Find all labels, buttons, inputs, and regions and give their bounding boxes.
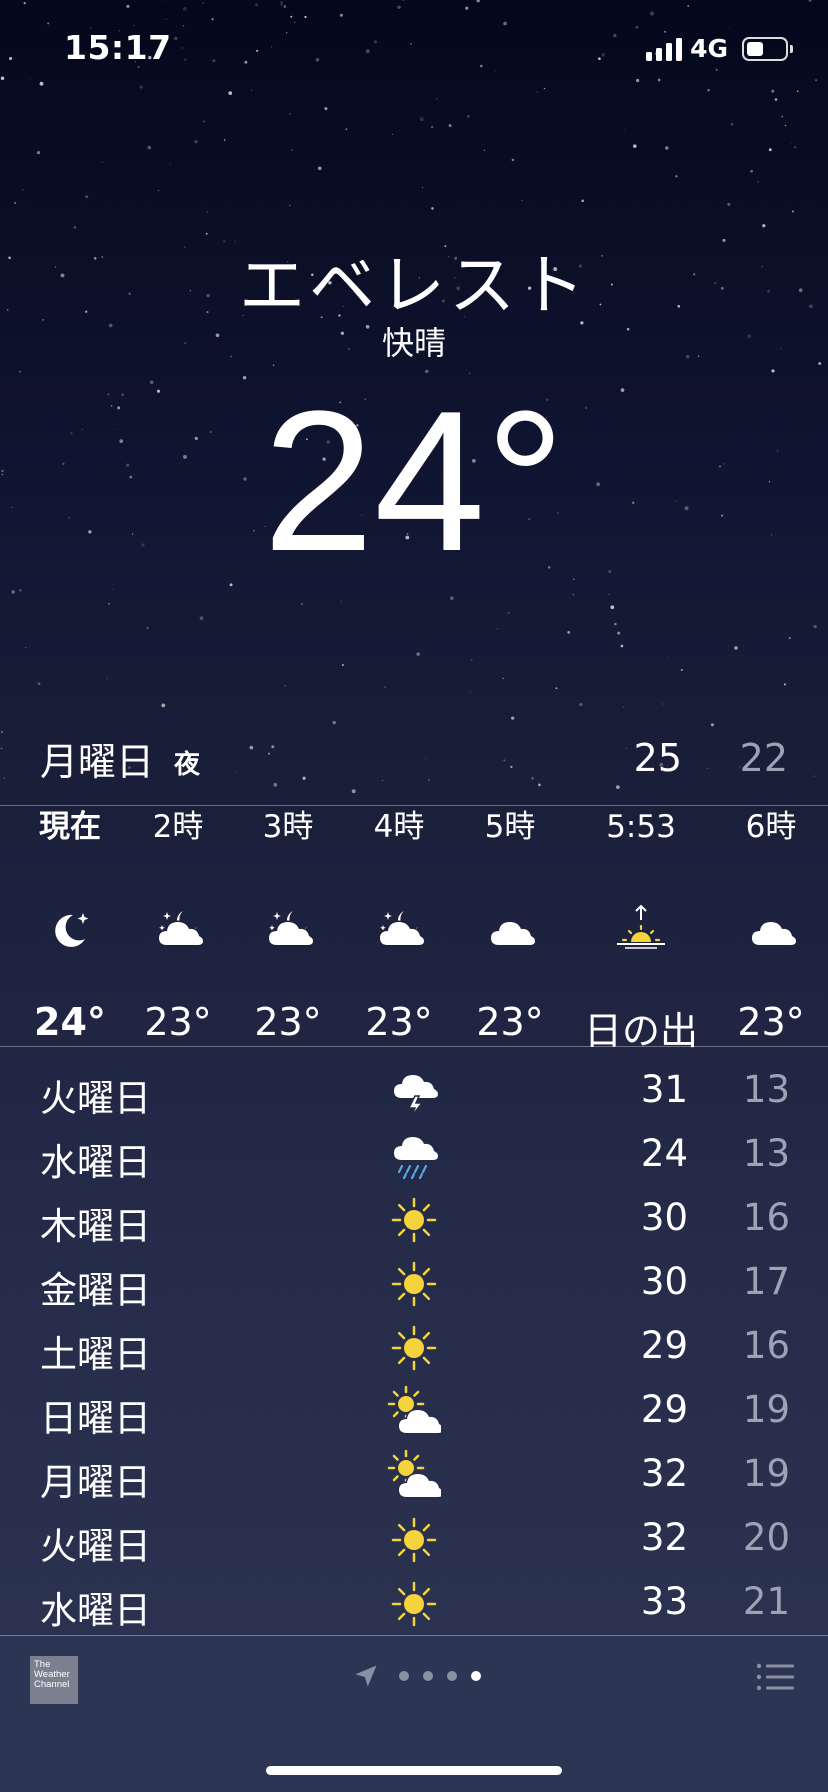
moon-stars-icon xyxy=(10,900,130,960)
location-arrow-icon xyxy=(355,1665,377,1687)
daily-high: 30 xyxy=(640,1196,688,1239)
partly-cloudy-night-icon xyxy=(228,900,348,960)
daily-row: 水曜日 33 21 xyxy=(0,1572,828,1636)
daily-low: 19 xyxy=(742,1452,790,1495)
partly-sunny-icon xyxy=(382,1446,446,1506)
hourly-time: 5時 xyxy=(484,809,536,845)
sun-icon xyxy=(382,1318,446,1378)
today-summary: 月曜日 夜 25 22 xyxy=(40,730,788,786)
hourly-forecast[interactable]: 現在 24° 2時 23° 3時 23° 4時 23° 5時 23° 5:53 日の出 6時 23° xyxy=(0,806,828,1053)
daily-row: 火曜日 32 20 xyxy=(0,1508,828,1572)
hourly-temp: 24° xyxy=(34,1000,106,1044)
hourly-time: 現在 xyxy=(39,809,101,845)
today-low: 22 xyxy=(739,736,788,780)
daily-row: 木曜日 30 16 xyxy=(0,1188,828,1252)
sun-icon xyxy=(382,1574,446,1634)
daily-day: 土曜日 xyxy=(40,1333,151,1376)
page-indicator[interactable] xyxy=(352,1662,481,1690)
partly-sunny-icon xyxy=(382,1382,446,1442)
daily-day: 火曜日 xyxy=(40,1525,151,1568)
daily-row: 月曜日 32 19 xyxy=(0,1444,828,1508)
daily-day: 火曜日 xyxy=(40,1077,151,1120)
page-dot[interactable] xyxy=(423,1671,433,1681)
daily-high: 30 xyxy=(640,1260,688,1303)
daily-day: 木曜日 xyxy=(40,1205,151,1248)
daily-low: 19 xyxy=(742,1388,790,1431)
daily-high: 33 xyxy=(640,1580,688,1623)
home-indicator[interactable] xyxy=(266,1766,562,1775)
sun-icon xyxy=(382,1254,446,1314)
today-tag: 夜 xyxy=(174,749,201,780)
daily-low: 13 xyxy=(742,1132,790,1175)
page-dot[interactable] xyxy=(471,1671,481,1681)
daily-row: 金曜日 30 17 xyxy=(0,1252,828,1316)
daily-day: 金曜日 xyxy=(40,1269,151,1312)
hourly-temp: 23° xyxy=(737,1000,805,1044)
hourly-time: 5:53 xyxy=(606,809,676,845)
sun-icon xyxy=(382,1190,446,1250)
daily-row: 日曜日 29 19 xyxy=(0,1380,828,1444)
hourly-time: 2時 xyxy=(152,809,204,845)
hourly-temp: 23° xyxy=(144,1000,212,1044)
daily-row: 土曜日 29 16 xyxy=(0,1316,828,1380)
network-type: 4G xyxy=(690,34,728,63)
hourly-item: 5:53 日の出 xyxy=(581,806,701,1055)
today-day: 月曜日 xyxy=(40,739,155,784)
daily-low: 16 xyxy=(742,1324,790,1367)
current-temperature: 24° xyxy=(262,370,566,593)
daily-high: 29 xyxy=(640,1388,688,1431)
daily-day: 月曜日 xyxy=(40,1461,151,1504)
hourly-time: 6時 xyxy=(745,809,797,845)
current-condition: 快晴 xyxy=(381,324,446,362)
hourly-item: 6時 23° xyxy=(711,806,828,1044)
daily-high: 29 xyxy=(640,1324,688,1367)
daily-low: 16 xyxy=(742,1196,790,1239)
daily-high: 32 xyxy=(640,1452,688,1495)
hourly-item: 4時 23° xyxy=(339,806,459,1044)
status-indicators: 4G xyxy=(646,34,793,63)
hourly-temp: 23° xyxy=(476,1000,544,1044)
daily-high: 32 xyxy=(640,1516,688,1559)
hourly-time: 3時 xyxy=(262,809,314,845)
battery-icon xyxy=(742,36,793,61)
daily-day: 日曜日 xyxy=(40,1397,151,1440)
daily-high: 24 xyxy=(640,1132,688,1175)
daily-row: 水曜日 24 13 xyxy=(0,1124,828,1188)
partly-cloudy-night-icon xyxy=(339,900,459,960)
daily-low: 13 xyxy=(742,1068,790,1111)
daily-day: 水曜日 xyxy=(40,1589,151,1632)
thunderstorm-icon xyxy=(382,1062,446,1122)
signal-icon xyxy=(646,37,683,61)
cloud-icon xyxy=(450,900,570,960)
divider xyxy=(0,1046,828,1047)
status-time: 15:17 xyxy=(64,28,172,67)
hourly-temp: 23° xyxy=(254,1000,322,1044)
hourly-time: 4時 xyxy=(373,809,425,845)
city-name: エベレスト xyxy=(239,247,589,324)
hourly-item: 5時 23° xyxy=(450,806,570,1044)
page-dot[interactable] xyxy=(399,1671,409,1681)
daily-row: 火曜日 31 13 xyxy=(0,1060,828,1124)
weather-channel-logo[interactable]: The Weather Channel xyxy=(30,1656,78,1704)
daily-low: 20 xyxy=(742,1516,790,1559)
sun-icon xyxy=(382,1510,446,1570)
rain-icon xyxy=(382,1126,446,1186)
list-icon[interactable] xyxy=(756,1662,796,1692)
daily-low: 17 xyxy=(742,1260,790,1303)
daily-low: 21 xyxy=(742,1580,790,1623)
hourly-item: 3時 23° xyxy=(228,806,348,1044)
partly-cloudy-night-icon xyxy=(118,900,238,960)
page-dot[interactable] xyxy=(447,1671,457,1681)
daily-high: 31 xyxy=(640,1068,688,1111)
hourly-item: 現在 24° xyxy=(10,806,130,1044)
today-high: 25 xyxy=(633,736,682,780)
sunrise-icon xyxy=(581,900,701,960)
cloud-icon xyxy=(711,900,828,960)
daily-day: 水曜日 xyxy=(40,1141,151,1184)
hourly-temp: 23° xyxy=(365,1000,433,1044)
hourly-item: 2時 23° xyxy=(118,806,238,1044)
